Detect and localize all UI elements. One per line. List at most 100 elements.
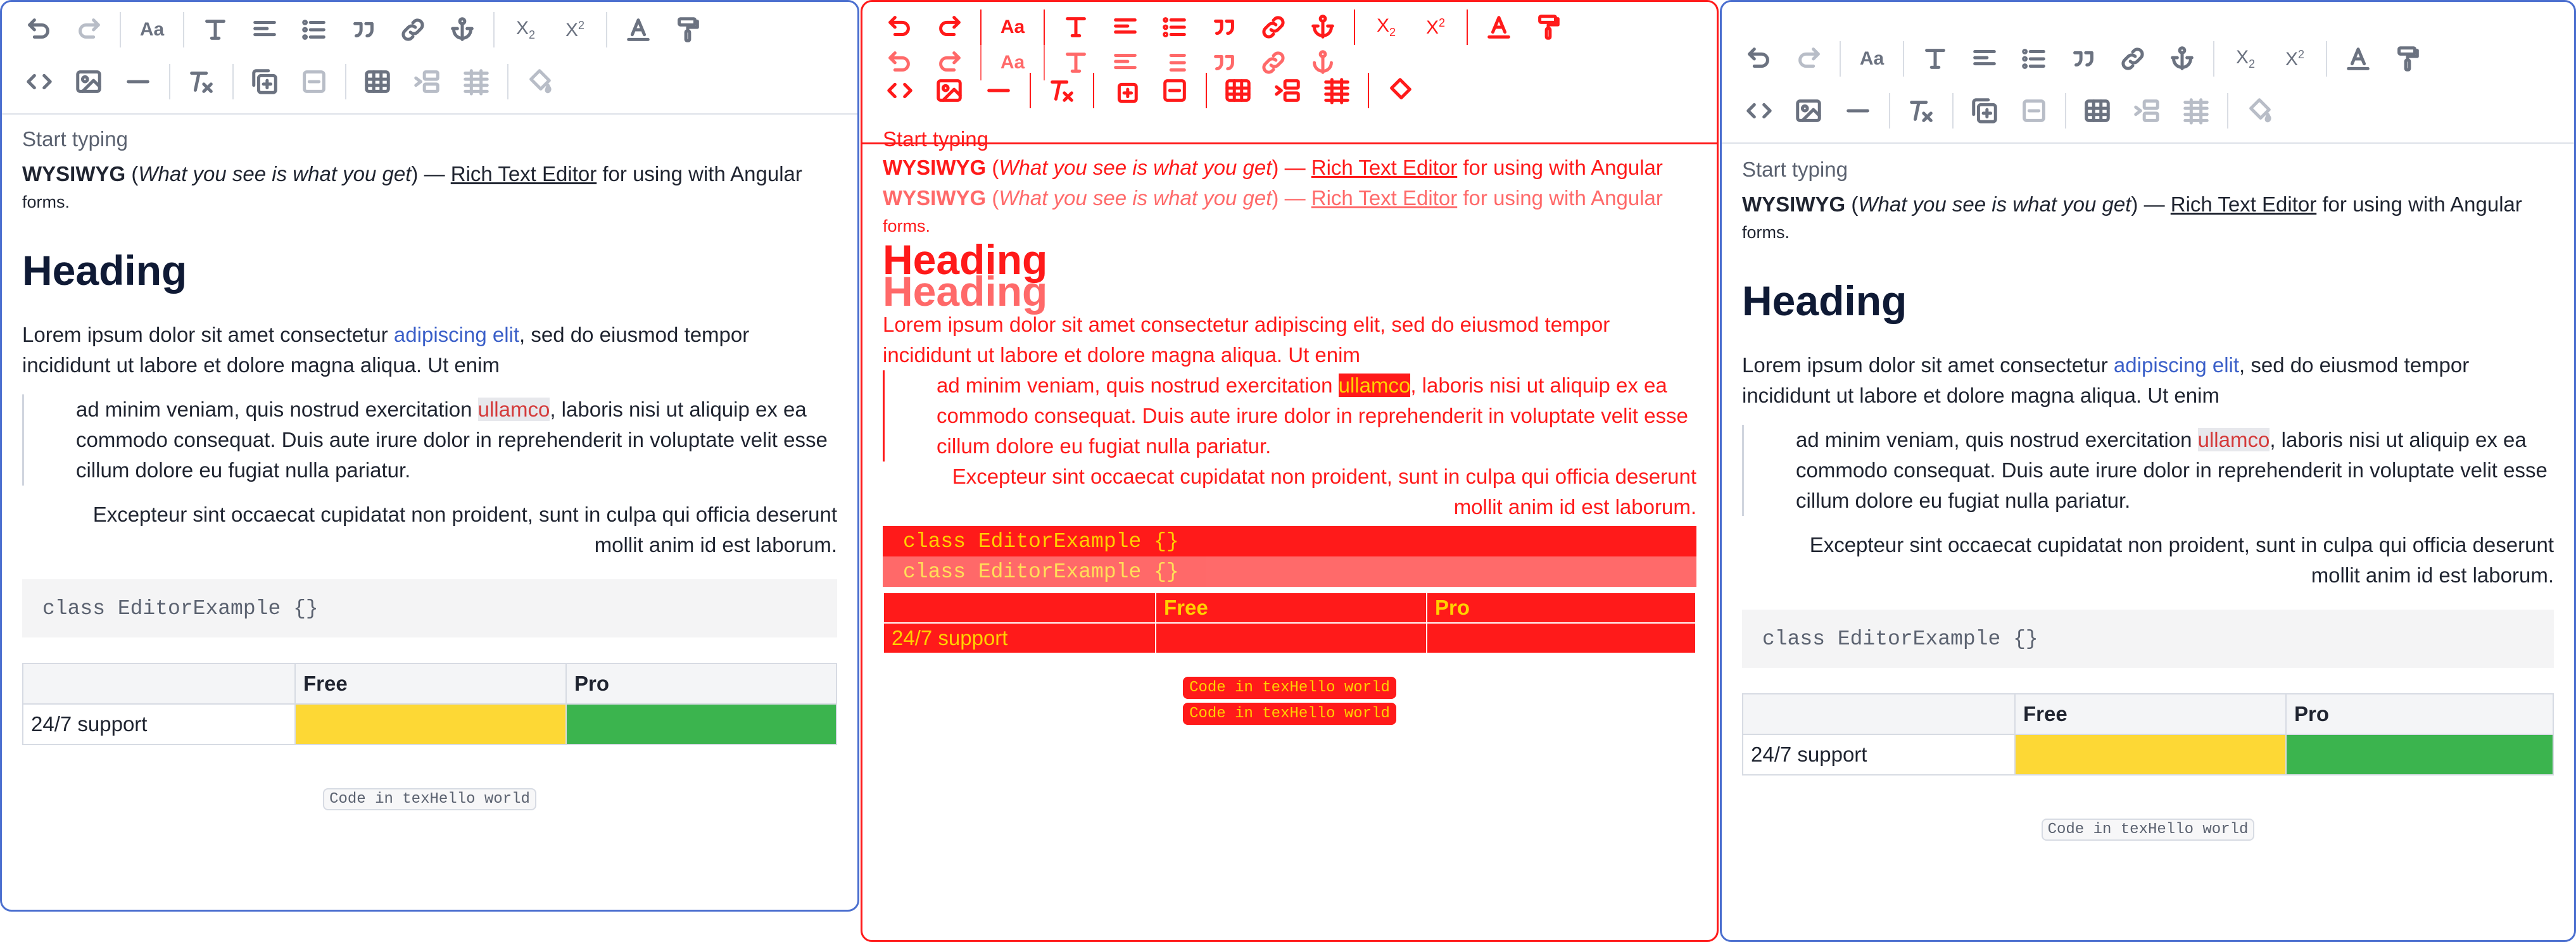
table-cell-pro[interactable] <box>565 703 837 745</box>
add-block-icon[interactable] <box>1101 66 1150 115</box>
blockquote-icon[interactable] <box>2059 34 2108 84</box>
table-delete-icon[interactable] <box>451 57 501 106</box>
intro-link[interactable]: Rich Text Editor <box>451 162 597 185</box>
toolbar-divider <box>169 64 170 99</box>
font-size-icon[interactable]: Aa <box>127 5 177 54</box>
intro-paragraph-ghost: WYSIWYG (What you see is what you get) —… <box>883 183 1696 213</box>
table-cell-pro[interactable] <box>2285 734 2554 776</box>
table-header-cell[interactable] <box>22 663 296 705</box>
table-header-cell[interactable] <box>883 592 1156 624</box>
code-icon[interactable] <box>1734 86 1784 135</box>
redo-icon[interactable] <box>1784 34 1833 84</box>
intro-link[interactable]: Rich Text Editor <box>1311 156 1457 179</box>
intro-text: ) — <box>1272 186 1311 210</box>
subscript-icon[interactable]: X2 <box>2221 34 2270 84</box>
clear-format-icon[interactable] <box>1037 66 1087 115</box>
table-header-cell[interactable]: Pro <box>565 663 837 705</box>
fill-color-icon[interactable] <box>2235 86 2284 135</box>
editor-content[interactable]: Start typing WYSIWYG (What you see is wh… <box>883 127 1696 725</box>
link-icon[interactable] <box>388 5 438 54</box>
table-cell-pro[interactable] <box>1426 622 1696 654</box>
paint-roller-icon[interactable] <box>2383 34 2432 84</box>
add-block-icon[interactable] <box>1960 86 2009 135</box>
font-size-icon[interactable]: Aa <box>1847 34 1897 84</box>
clear-format-icon[interactable] <box>1897 86 1946 135</box>
table-delete-icon[interactable] <box>2171 86 2221 135</box>
subscript-icon[interactable]: X2 <box>501 5 550 54</box>
undo-icon[interactable] <box>15 5 64 54</box>
table-header-row: Free Pro <box>22 663 837 705</box>
intro-paragraph: WYSIWYG (What you see is what you get) —… <box>22 159 837 189</box>
text-color-icon[interactable] <box>614 5 663 54</box>
table-insert-row-icon[interactable] <box>1263 66 1312 115</box>
remove-block-icon[interactable] <box>289 57 339 106</box>
redo-icon[interactable] <box>64 5 113 54</box>
intro-paragraph: WYSIWYG (What you see is what you get) —… <box>883 153 1696 183</box>
table-icon[interactable] <box>353 57 402 106</box>
clear-format-icon[interactable] <box>177 57 226 106</box>
toolbar-divider <box>232 64 234 99</box>
table-header-cell[interactable]: Free <box>2014 693 2287 735</box>
image-icon[interactable] <box>1784 86 1833 135</box>
text-color-icon[interactable] <box>2333 34 2383 84</box>
editor-content[interactable]: Start typing WYSIWYG (What you see is wh… <box>1742 158 2554 841</box>
blockquote-icon[interactable] <box>339 5 388 54</box>
horizontal-rule-icon[interactable] <box>974 66 1023 115</box>
editor-panel-left: Aa X2 X2 Start typing WYSIWYG (What you … <box>0 0 859 912</box>
intro-wrap: forms. <box>883 217 931 236</box>
undo-icon[interactable] <box>1734 34 1784 84</box>
align-left-icon[interactable] <box>240 5 289 54</box>
fill-color-icon[interactable] <box>515 57 564 106</box>
remove-block-icon[interactable] <box>1150 66 1199 115</box>
code-icon[interactable] <box>15 57 64 106</box>
text-color-icon[interactable] <box>1474 3 1524 52</box>
editor-content[interactable]: Start typing WYSIWYG (What you see is wh… <box>22 127 837 810</box>
table-cell[interactable]: 24/7 support <box>883 622 1156 654</box>
intro-italic: What you see is what you get <box>138 162 412 185</box>
link-icon[interactable] <box>2108 34 2157 84</box>
bullet-list-icon[interactable] <box>2009 34 2059 84</box>
superscript-icon[interactable]: X2 <box>1411 3 1460 52</box>
bullet-list-icon[interactable] <box>289 5 339 54</box>
table-cell-free[interactable] <box>1155 622 1427 654</box>
intro-link[interactable]: Rich Text Editor <box>2171 192 2316 216</box>
align-left-icon[interactable] <box>1960 34 2009 84</box>
highlighted-word: ullamco <box>2197 428 2270 451</box>
inline-code-line: Code in texHello world <box>22 788 837 810</box>
add-block-icon[interactable] <box>240 57 289 106</box>
superscript-icon[interactable]: X2 <box>550 5 600 54</box>
table-delete-icon[interactable] <box>1312 66 1361 115</box>
code-icon[interactable] <box>875 66 925 115</box>
anchor-icon[interactable] <box>2157 34 2207 84</box>
image-icon[interactable] <box>64 57 113 106</box>
table-header-cell[interactable]: Free <box>1155 592 1427 624</box>
superscript-icon[interactable]: X2 <box>2270 34 2320 84</box>
table-header-cell[interactable]: Pro <box>1426 592 1696 624</box>
table-header-cell[interactable]: Pro <box>2285 693 2554 735</box>
table-icon[interactable] <box>1213 66 1263 115</box>
paint-roller-icon[interactable] <box>1524 3 1573 52</box>
subscript-icon[interactable]: X2 <box>1361 3 1411 52</box>
text-format-icon[interactable] <box>191 5 240 54</box>
table-header-cell[interactable]: Free <box>294 663 567 705</box>
text-format-icon[interactable] <box>1910 34 1960 84</box>
para-link[interactable]: adipiscing elit <box>394 323 519 346</box>
table-insert-row-icon[interactable] <box>2122 86 2171 135</box>
table-insert-row-icon[interactable] <box>402 57 451 106</box>
table-cell[interactable]: 24/7 support <box>22 703 296 745</box>
table-cell[interactable]: 24/7 support <box>1742 734 2016 776</box>
table-cell-free[interactable] <box>2014 734 2287 776</box>
image-icon[interactable] <box>925 66 974 115</box>
anchor-icon[interactable] <box>438 5 487 54</box>
table-cell-free[interactable] <box>294 703 567 745</box>
para-link[interactable]: adipiscing elit <box>1254 313 1380 336</box>
paint-roller-icon[interactable] <box>663 5 712 54</box>
fill-color-icon[interactable] <box>1375 66 1425 115</box>
horizontal-rule-icon[interactable] <box>1833 86 1883 135</box>
para-link[interactable]: adipiscing elit <box>2114 353 2239 377</box>
table-header-cell[interactable] <box>1742 693 2016 735</box>
table-icon[interactable] <box>2073 86 2122 135</box>
remove-block-icon[interactable] <box>2009 86 2059 135</box>
horizontal-rule-icon[interactable] <box>113 57 163 106</box>
intro-link[interactable]: Rich Text Editor <box>1311 186 1457 210</box>
